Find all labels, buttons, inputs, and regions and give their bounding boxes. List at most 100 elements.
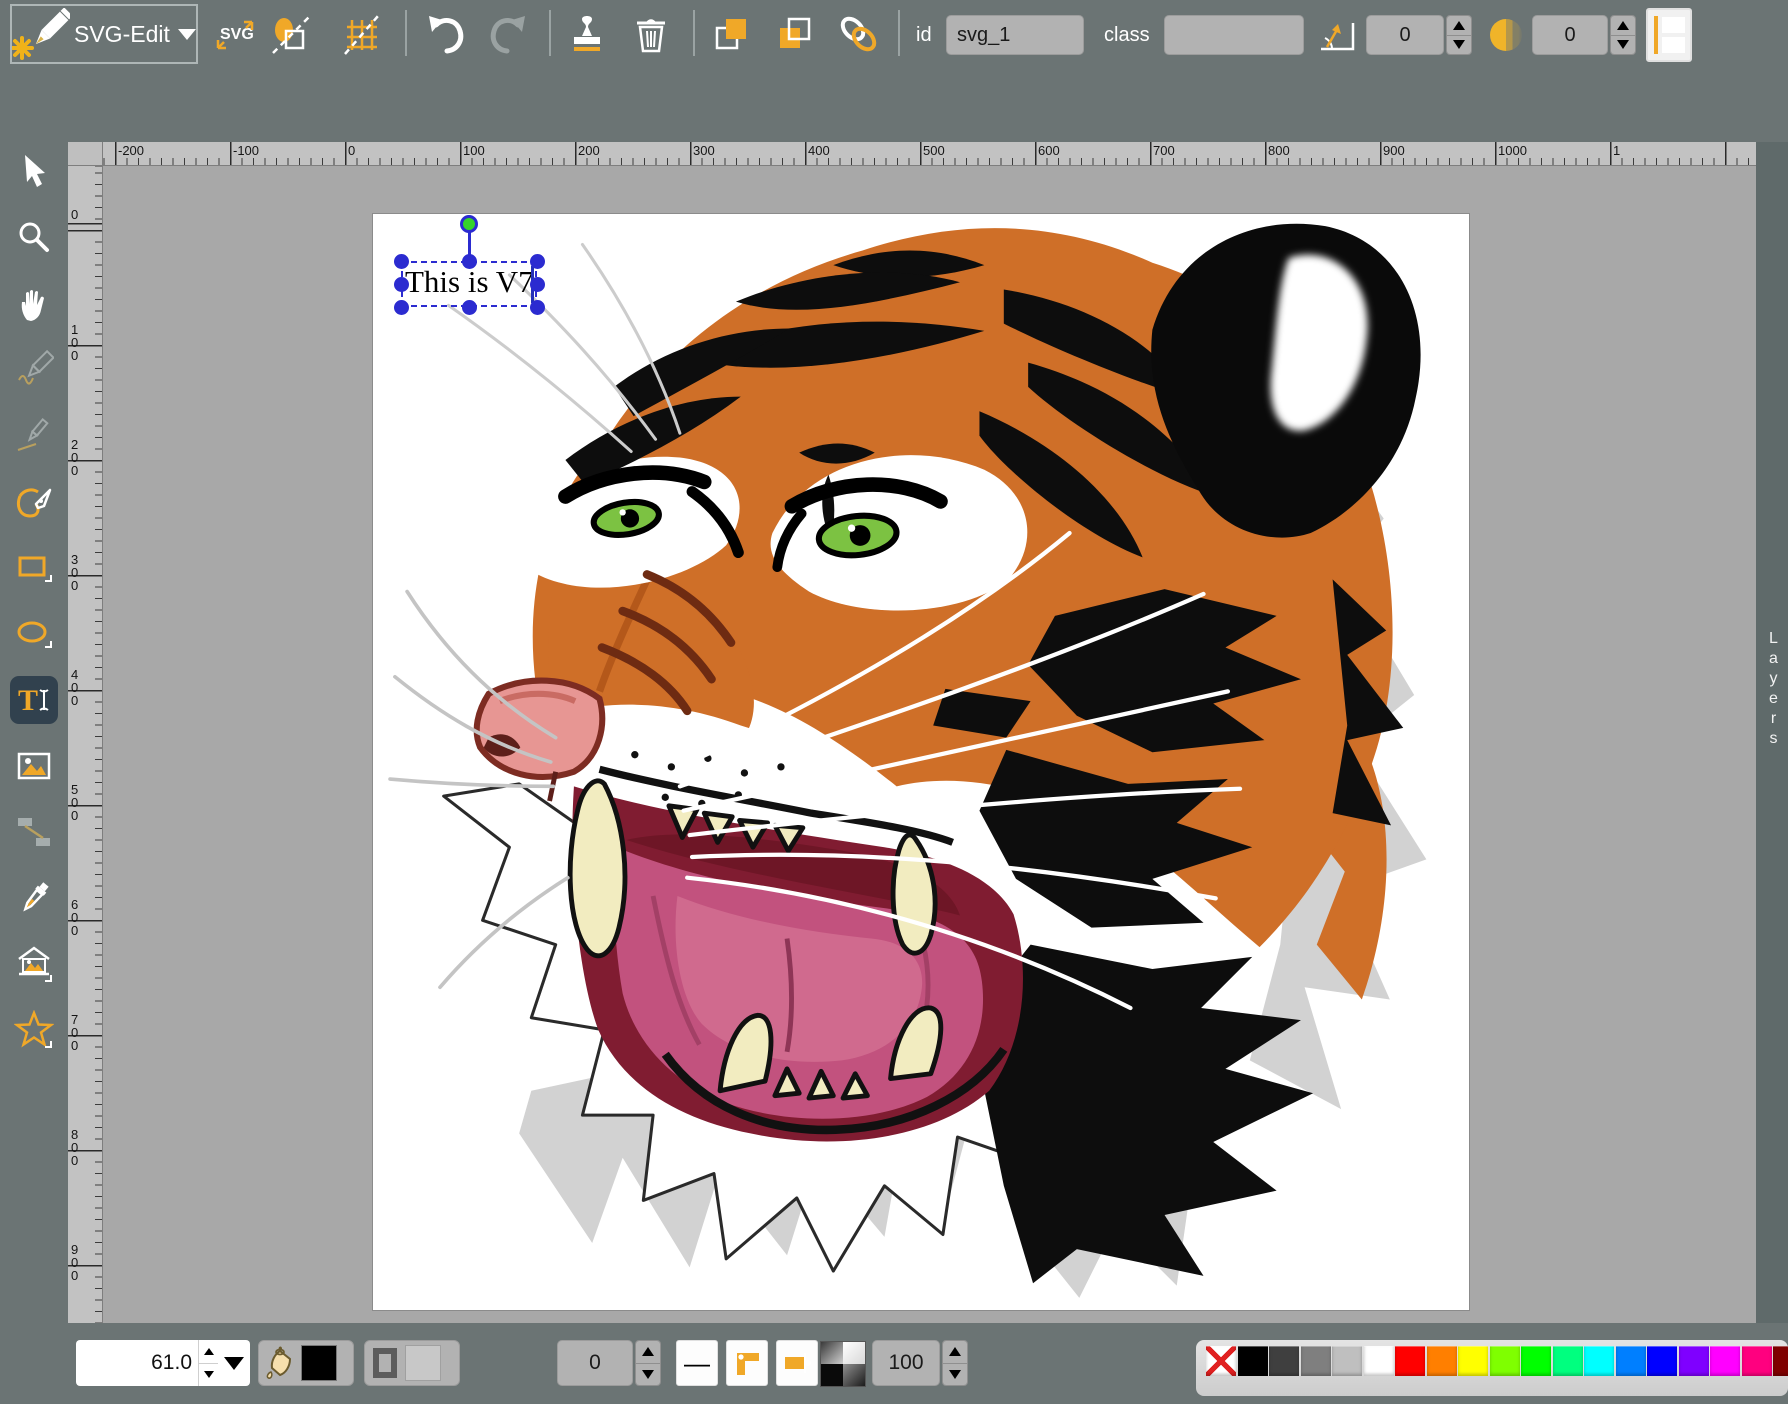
selection-handle-s[interactable]: [462, 300, 477, 315]
delete-button[interactable]: [628, 12, 674, 58]
flyout-arrow-icon: [45, 1041, 51, 1047]
canvas-text-element[interactable]: This is V7: [405, 264, 534, 300]
undo-button[interactable]: [422, 12, 468, 58]
selection-handle-se[interactable]: [530, 300, 545, 315]
palette-swatch[interactable]: [1364, 1346, 1394, 1376]
bottom-toolbar: 61.0: [0, 1323, 1788, 1404]
stroke-width-input[interactable]: [557, 1340, 633, 1386]
selection-handle-n[interactable]: [462, 254, 477, 269]
shape-library-tool[interactable]: [10, 940, 58, 988]
redo-button[interactable]: [486, 12, 532, 58]
path-tool[interactable]: [10, 478, 58, 526]
move-to-top-button[interactable]: [709, 12, 755, 58]
svg-edit-app: SVG-Edit SVG: [0, 0, 1788, 1404]
linejoin-miter-icon: [730, 1346, 764, 1380]
linecap-button[interactable]: [776, 1340, 818, 1386]
image-icon: [14, 746, 54, 786]
palette-swatch[interactable]: [1238, 1346, 1268, 1376]
stroke-width-up-arrow[interactable]: [636, 1341, 660, 1363]
fill-color-swatch[interactable]: [301, 1345, 337, 1381]
grid-snap-button[interactable]: [338, 12, 384, 58]
palette-swatch[interactable]: [1616, 1346, 1646, 1376]
linejoin-button[interactable]: [726, 1340, 768, 1386]
stroke-width-down-arrow[interactable]: [636, 1363, 660, 1386]
blur-spinner[interactable]: [1610, 15, 1636, 55]
make-link-button[interactable]: [836, 12, 882, 58]
selection-handle-ne[interactable]: [530, 254, 545, 269]
selection-handle-e[interactable]: [530, 277, 545, 292]
rotation-angle-spinner[interactable]: [1446, 15, 1472, 55]
blur-amount-input[interactable]: [1532, 15, 1608, 55]
svg-source-glyph: SVG: [220, 26, 254, 43]
zoom-dropdown-caret-icon: [224, 1357, 244, 1370]
palette-swatch[interactable]: [1710, 1346, 1740, 1376]
palette-swatch[interactable]: [1458, 1346, 1488, 1376]
palette-swatch[interactable]: [1773, 1346, 1788, 1376]
opacity-down-arrow[interactable]: [943, 1363, 967, 1386]
stroke-color-swatch[interactable]: [405, 1345, 441, 1381]
rectangle-icon: [14, 548, 54, 588]
move-to-bottom-button[interactable]: [772, 12, 818, 58]
tools-sidebar: T: [0, 142, 68, 1323]
image-tool[interactable]: [10, 742, 58, 790]
element-class-input[interactable]: [1164, 15, 1304, 55]
selection-handle-w[interactable]: [394, 277, 409, 292]
palette-swatch[interactable]: [1679, 1346, 1709, 1376]
svg-text:T: T: [18, 684, 38, 717]
palette-swatch[interactable]: [1521, 1346, 1551, 1376]
palette-swatch[interactable]: [1584, 1346, 1614, 1376]
edit-source-button[interactable]: SVG: [212, 12, 258, 58]
palette-swatch[interactable]: [1742, 1346, 1772, 1376]
rotation-handle[interactable]: [460, 215, 478, 233]
zoom-tool[interactable]: [10, 214, 58, 262]
opacity-checker-icon[interactable]: [820, 1341, 866, 1387]
palette-swatch[interactable]: [1301, 1346, 1331, 1376]
opacity-up-arrow[interactable]: [943, 1341, 967, 1363]
text-tool[interactable]: T: [10, 676, 58, 724]
wireframe-mode-button[interactable]: [268, 12, 314, 58]
main-menu-button[interactable]: SVG-Edit: [10, 4, 198, 64]
angle-up-arrow[interactable]: [1447, 16, 1471, 35]
palette-swatch[interactable]: [1395, 1346, 1425, 1376]
library-icon: [14, 944, 54, 984]
pencil-icon: [14, 350, 54, 390]
ellipse-tool[interactable]: [10, 610, 58, 658]
drawing-canvas[interactable]: [373, 214, 1469, 1310]
pan-tool[interactable]: [10, 280, 58, 328]
palette-swatch-none[interactable]: [1206, 1346, 1236, 1376]
zoom-down-arrow[interactable]: [199, 1363, 218, 1387]
star-tool[interactable]: [10, 1006, 58, 1054]
zoom-up-arrow[interactable]: [199, 1340, 218, 1363]
zoom-level-value[interactable]: 61.0: [76, 1340, 198, 1386]
zoom-dropdown-button[interactable]: [218, 1340, 250, 1386]
element-id-input[interactable]: [946, 15, 1084, 55]
line-tool[interactable]: [10, 412, 58, 460]
pencil-tool[interactable]: [10, 346, 58, 394]
selection-handle-nw[interactable]: [394, 254, 409, 269]
eyedropper-tool[interactable]: [10, 874, 58, 922]
palette-swatch[interactable]: [1427, 1346, 1457, 1376]
blur-up-arrow[interactable]: [1611, 16, 1635, 35]
palette-swatch[interactable]: [1647, 1346, 1677, 1376]
palette-swatch[interactable]: [1332, 1346, 1362, 1376]
connector-tool[interactable]: [10, 808, 58, 856]
ellipse-icon: [14, 614, 54, 654]
panel-preview-icon[interactable]: [1646, 8, 1692, 62]
selection-handle-sw[interactable]: [394, 300, 409, 315]
blur-down-arrow[interactable]: [1611, 35, 1635, 55]
pen-path-icon: [14, 482, 54, 522]
stroke-width-spinner[interactable]: [635, 1340, 661, 1386]
rectangle-tool[interactable]: [10, 544, 58, 592]
clone-stamp-button[interactable]: [564, 12, 610, 58]
rotation-angle-input[interactable]: [1366, 15, 1444, 55]
angle-down-arrow[interactable]: [1447, 35, 1471, 55]
opacity-spinner[interactable]: [942, 1340, 968, 1386]
palette-swatch[interactable]: [1553, 1346, 1583, 1376]
select-tool[interactable]: [10, 148, 58, 196]
palette-swatch[interactable]: [1490, 1346, 1520, 1376]
palette-swatch[interactable]: [1269, 1346, 1299, 1376]
layers-panel-toggle[interactable]: Layers: [1756, 142, 1788, 1323]
text-tool-icon: T: [14, 680, 54, 720]
stroke-style-button[interactable]: —: [676, 1340, 718, 1386]
opacity-input[interactable]: [872, 1340, 940, 1386]
